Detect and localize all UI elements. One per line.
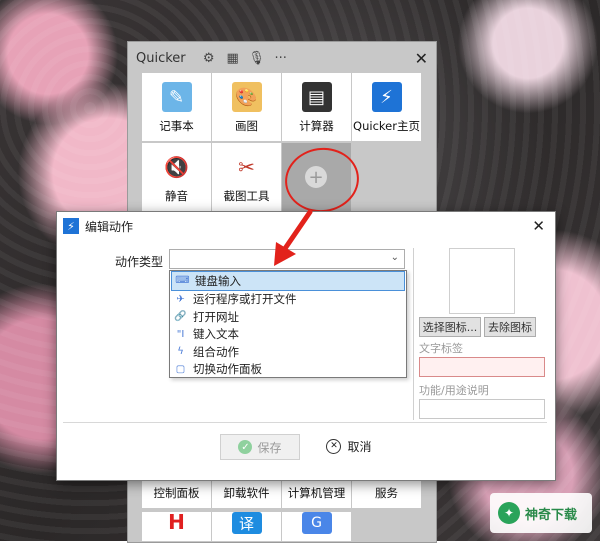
keyboard-icon: ⌨	[175, 275, 190, 287]
watermark: ✦ 神奇下载	[490, 493, 592, 533]
option-label: 键盘输入	[195, 273, 241, 288]
divider	[413, 248, 414, 420]
option-label: 键入文本	[193, 327, 239, 342]
run-program-icon: ✈	[176, 293, 185, 305]
tile-mute[interactable]: 🔇 静音	[142, 143, 211, 211]
tile-notepad[interactable]: ✎ 记事本	[142, 73, 211, 141]
close-icon[interactable]: ✕	[532, 217, 545, 235]
choose-icon-button[interactable]: 选择图标...	[419, 317, 481, 337]
dialog-title: 编辑动作	[85, 219, 134, 234]
tile-paint[interactable]: 🎨 画图	[212, 73, 281, 141]
tile-label: 卸载软件	[223, 486, 270, 500]
save-button[interactable]: ✓ 保存	[220, 434, 300, 460]
tile-snipping-tool[interactable]: ✂ 截图工具	[212, 143, 281, 211]
tile-google-translate[interactable]: G	[282, 512, 351, 541]
icon-preview	[449, 248, 515, 314]
qr-code-icon[interactable]: ▦	[224, 49, 242, 67]
tile-quicker-home[interactable]: ⚡ Quicker主页	[352, 73, 421, 141]
chevron-down-icon: ⌄	[390, 252, 399, 263]
button-label: 取消	[347, 439, 372, 454]
scissors-icon: ✂	[238, 155, 255, 179]
option-label: 切换动作面板	[193, 362, 262, 377]
option-open-url[interactable]: 🔗 打开网址	[170, 308, 406, 326]
quicker-title: Quicker	[136, 50, 186, 66]
cancel-button[interactable]: ✕ 取消	[319, 434, 379, 458]
divider	[63, 422, 547, 423]
quicker-header: Quicker ⚙ ▦ 🎙 ··· ✕	[128, 42, 436, 74]
option-label: 打开网址	[193, 309, 239, 324]
text-label-input[interactable]	[419, 357, 545, 377]
option-label: 运行程序或打开文件	[193, 292, 297, 307]
tile-label: 控制面板	[153, 486, 200, 500]
calculator-icon: ▤	[301, 82, 332, 112]
quicker-bolt-icon: ⚡	[371, 82, 402, 112]
microphone-icon[interactable]: 🎙	[248, 49, 266, 67]
option-combo-action[interactable]: ϟ 组合动作	[170, 343, 406, 361]
tile-label: 截图工具	[223, 189, 270, 203]
link-icon: 🔗	[174, 311, 187, 323]
option-switch-panel[interactable]: ▢ 切换动作面板	[170, 361, 406, 379]
text-quote-icon: "I	[176, 328, 185, 340]
panel-icon: ▢	[175, 363, 186, 375]
close-circle-icon: ✕	[326, 438, 342, 454]
tile-label: 画图	[235, 119, 258, 133]
annotation-arrow	[274, 210, 313, 266]
action-type-dropdown: ⌨ 键盘输入 ✈ 运行程序或打开文件 🔗 打开网址 "I 键入文本 ϟ 组合动作…	[169, 270, 407, 378]
tile-label: Quicker主页	[353, 119, 420, 133]
watermark-logo-icon: ✦	[498, 502, 520, 524]
option-type-text[interactable]: "I 键入文本	[170, 326, 406, 344]
check-icon: ✓	[238, 440, 253, 454]
tile-label: 静音	[165, 189, 188, 203]
paint-palette-icon: 🎨	[231, 82, 262, 112]
tile-label: 计算机管理	[287, 486, 346, 500]
more-icon[interactable]: ···	[272, 49, 290, 67]
description-input[interactable]	[419, 399, 545, 419]
notepad-icon: ✎	[161, 82, 192, 112]
action-type-label: 动作类型	[115, 255, 164, 269]
button-label: 选择图标...	[422, 321, 478, 334]
remove-icon-button[interactable]: 去除图标	[484, 317, 536, 337]
combo-bolt-icon: ϟ	[177, 346, 184, 358]
h-logo-icon: H	[168, 510, 185, 534]
tile-translate[interactable]: 译	[212, 512, 281, 541]
close-icon[interactable]: ✕	[415, 49, 428, 68]
quicker-app-icon: ⚡	[63, 218, 79, 234]
tile-app-h[interactable]: H	[142, 510, 211, 541]
tile-label: 服务	[375, 486, 398, 500]
description-title: 功能/用途说明	[419, 384, 489, 397]
tile-calculator[interactable]: ▤ 计算器	[282, 73, 351, 141]
button-label: 保存	[257, 440, 282, 455]
text-label-title: 文字标签	[419, 342, 463, 355]
watermark-text: 神奇下载	[525, 507, 578, 523]
gear-icon[interactable]: ⚙	[200, 49, 218, 67]
tile-label: 计算器	[299, 119, 334, 133]
option-run-program[interactable]: ✈ 运行程序或打开文件	[170, 291, 406, 309]
mute-speaker-icon: 🔇	[164, 155, 189, 179]
google-translate-icon: G	[301, 512, 332, 534]
button-label: 去除图标	[488, 321, 532, 334]
option-label: 组合动作	[193, 344, 239, 359]
option-keyboard-input[interactable]: ⌨ 键盘输入	[171, 271, 405, 291]
translate-icon: 译	[231, 512, 262, 534]
tile-label: 记事本	[159, 119, 194, 133]
